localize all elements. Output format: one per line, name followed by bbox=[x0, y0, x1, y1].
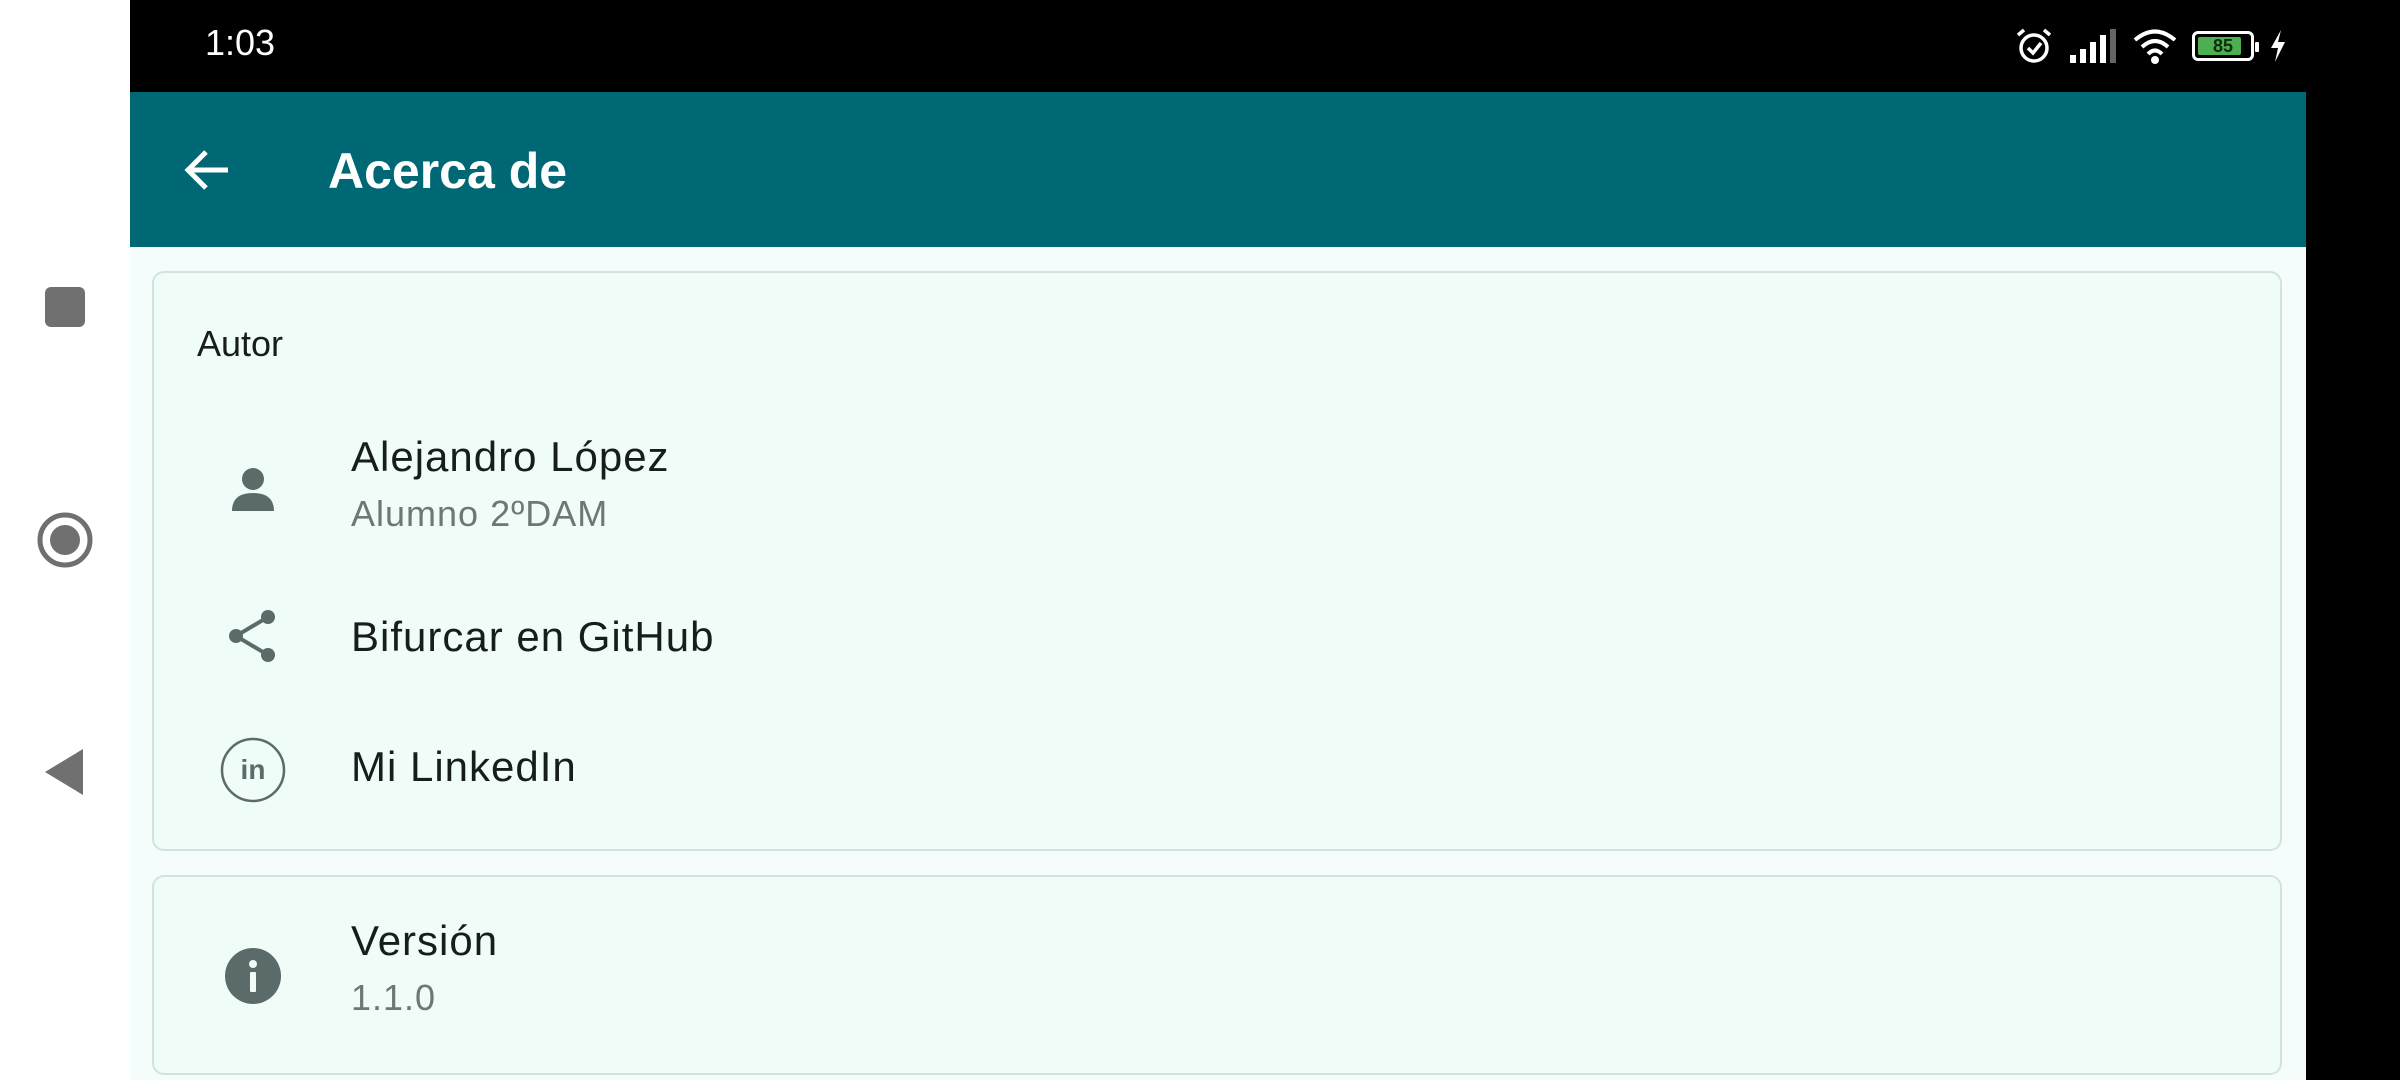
linkedin-icon: in bbox=[218, 735, 288, 805]
version-number: 1.1.0 bbox=[351, 977, 437, 1018]
content-area: Autor Alejandro López Alumno 2ºDAM Bifur… bbox=[130, 247, 2306, 1080]
github-fork-label: Bifurcar en GitHub bbox=[351, 613, 715, 660]
github-fork-item[interactable]: Bifurcar en GitHub bbox=[154, 593, 2280, 703]
info-icon bbox=[218, 941, 288, 1011]
home-button[interactable] bbox=[0, 480, 130, 600]
back-button[interactable] bbox=[0, 712, 130, 832]
status-time: 1:03 bbox=[205, 22, 276, 63]
recents-button[interactable] bbox=[0, 247, 130, 367]
app-bar: Acerca de bbox=[130, 92, 2306, 247]
page-title: Acerca de bbox=[328, 143, 568, 199]
status-icons: 85 bbox=[2014, 24, 2288, 68]
author-name: Alejandro López bbox=[351, 433, 670, 480]
status-bar: 1:03 85 bbox=[130, 0, 2400, 92]
author-role: Alumno 2ºDAM bbox=[351, 493, 609, 534]
back-icon bbox=[45, 749, 83, 795]
version-item[interactable]: Versión 1.1.0 bbox=[154, 917, 2280, 1037]
screen: 1:03 85 Acerca de Autor Alejandro López … bbox=[0, 0, 2400, 1080]
battery-level: 85 bbox=[2212, 35, 2234, 56]
share-icon bbox=[218, 601, 288, 671]
battery-cap bbox=[2255, 42, 2259, 52]
author-name-item[interactable]: Alejandro López Alumno 2ºDAM bbox=[154, 423, 2280, 553]
version-card: Versión 1.1.0 bbox=[152, 875, 2282, 1075]
battery-icon: 85 bbox=[2192, 31, 2259, 61]
section-header-author: Autor bbox=[197, 323, 284, 364]
right-edge bbox=[2306, 92, 2400, 1080]
home-icon bbox=[37, 512, 93, 568]
linkedin-label: Mi LinkedIn bbox=[351, 743, 577, 790]
arrow-back-icon[interactable] bbox=[180, 142, 236, 198]
svg-text:in: in bbox=[241, 754, 266, 785]
recents-icon bbox=[45, 287, 85, 327]
author-card: Autor Alejandro López Alumno 2ºDAM Bifur… bbox=[152, 271, 2282, 851]
alarm-icon bbox=[2016, 28, 2052, 63]
signal-icon bbox=[2070, 29, 2116, 63]
linkedin-item[interactable]: in Mi LinkedIn bbox=[154, 723, 2280, 833]
wifi-icon bbox=[2133, 29, 2177, 64]
charging-icon bbox=[2271, 30, 2285, 62]
navigation-bar bbox=[0, 0, 130, 1080]
version-label: Versión bbox=[351, 917, 499, 964]
person-icon bbox=[218, 453, 288, 523]
